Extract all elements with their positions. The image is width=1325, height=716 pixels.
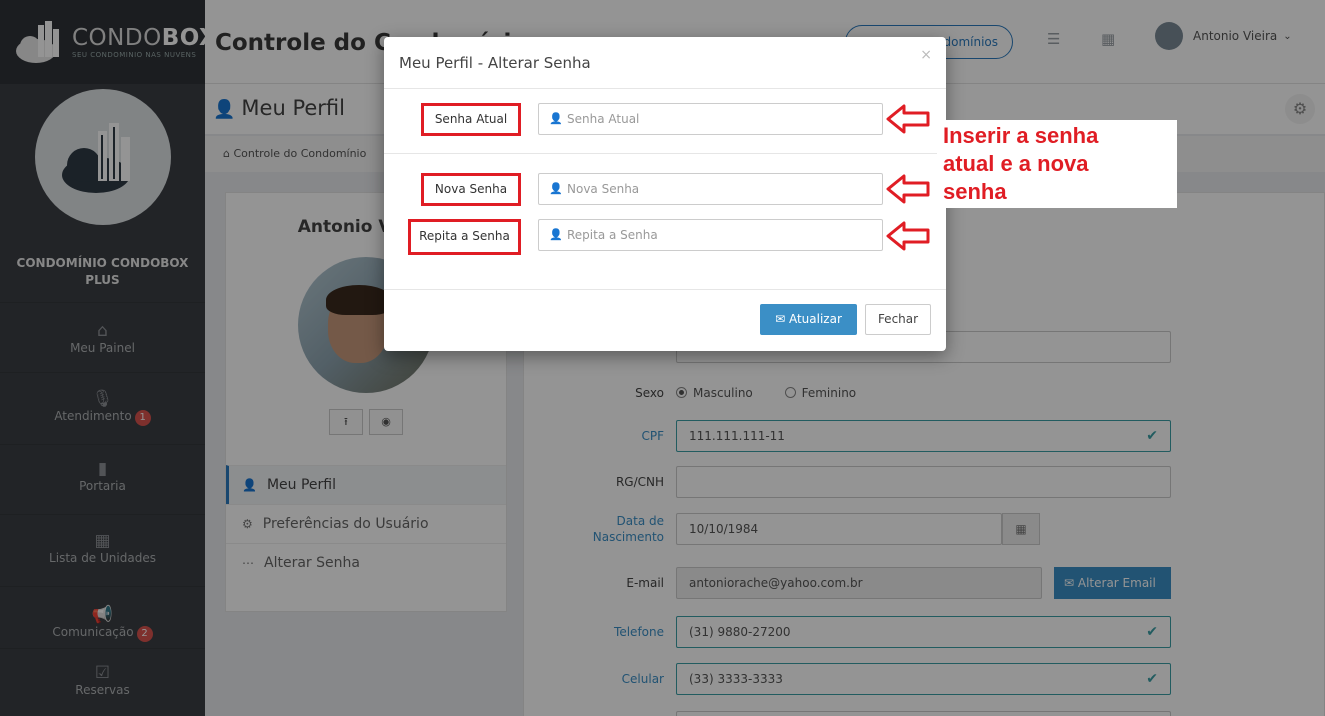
new-password-input[interactable]: 👤 Nova Senha	[538, 173, 883, 205]
arrow-left-icon	[886, 221, 930, 251]
modal-footer-divider	[384, 289, 946, 290]
arrow-left-icon	[886, 104, 930, 134]
user-icon: 👤	[549, 112, 563, 125]
change-password-modal: Meu Perfil - Alterar Senha × Senha Atual…	[384, 37, 946, 351]
new-password-label: Nova Senha	[421, 173, 521, 206]
close-icon[interactable]: ×	[920, 47, 932, 63]
current-password-input[interactable]: 👤 Senha Atual	[538, 103, 883, 135]
close-button[interactable]: Fechar	[865, 304, 931, 335]
repeat-password-input[interactable]: 👤 Repita a Senha	[538, 219, 883, 251]
modal-title: Meu Perfil - Alterar Senha	[399, 54, 591, 72]
user-icon: 👤	[549, 182, 563, 195]
annotation-callout: Inserir a senha atual e a nova senha	[937, 120, 1177, 208]
envelope-icon: ✉	[775, 312, 789, 326]
modal-section-divider	[384, 153, 946, 154]
update-button[interactable]: ✉ Atualizar	[760, 304, 857, 335]
repeat-password-label: Repita a Senha	[408, 219, 521, 255]
modal-header-divider	[384, 88, 946, 89]
current-password-label: Senha Atual	[421, 103, 521, 136]
user-icon: 👤	[549, 228, 563, 241]
arrow-left-icon	[886, 174, 930, 204]
